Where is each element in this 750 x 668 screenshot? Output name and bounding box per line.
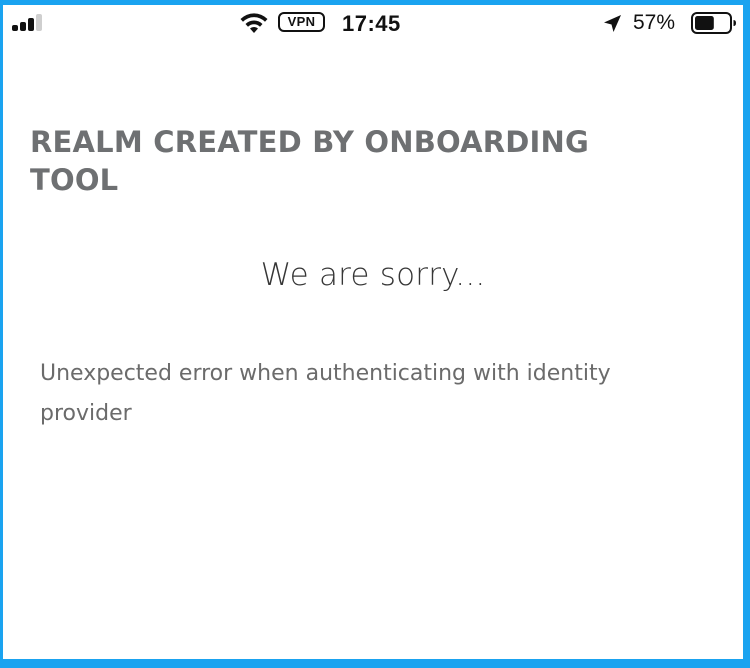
vpn-badge: VPN [278,12,325,32]
signal-bar [28,18,34,31]
battery-icon [691,12,736,34]
location-arrow-icon [604,15,621,32]
phone-screen-frame: VPN 17:45 57% REALM CREATED BY ONBOARDIN… [0,0,750,668]
signal-bar [20,22,26,31]
signal-bar [36,14,42,31]
realm-title: REALM CREATED BY ONBOARDING TOOL [30,125,590,197]
signal-bar [12,25,18,31]
status-bar: VPN 17:45 57% [3,5,743,39]
error-heading: We are sorry... [260,257,486,293]
battery-percentage: 57% [633,11,676,34]
wifi-icon [240,13,268,33]
clock-time: 17:45 [342,11,401,36]
error-message: Unexpected error when authenticating wit… [40,361,611,426]
signal-icon [12,14,42,31]
